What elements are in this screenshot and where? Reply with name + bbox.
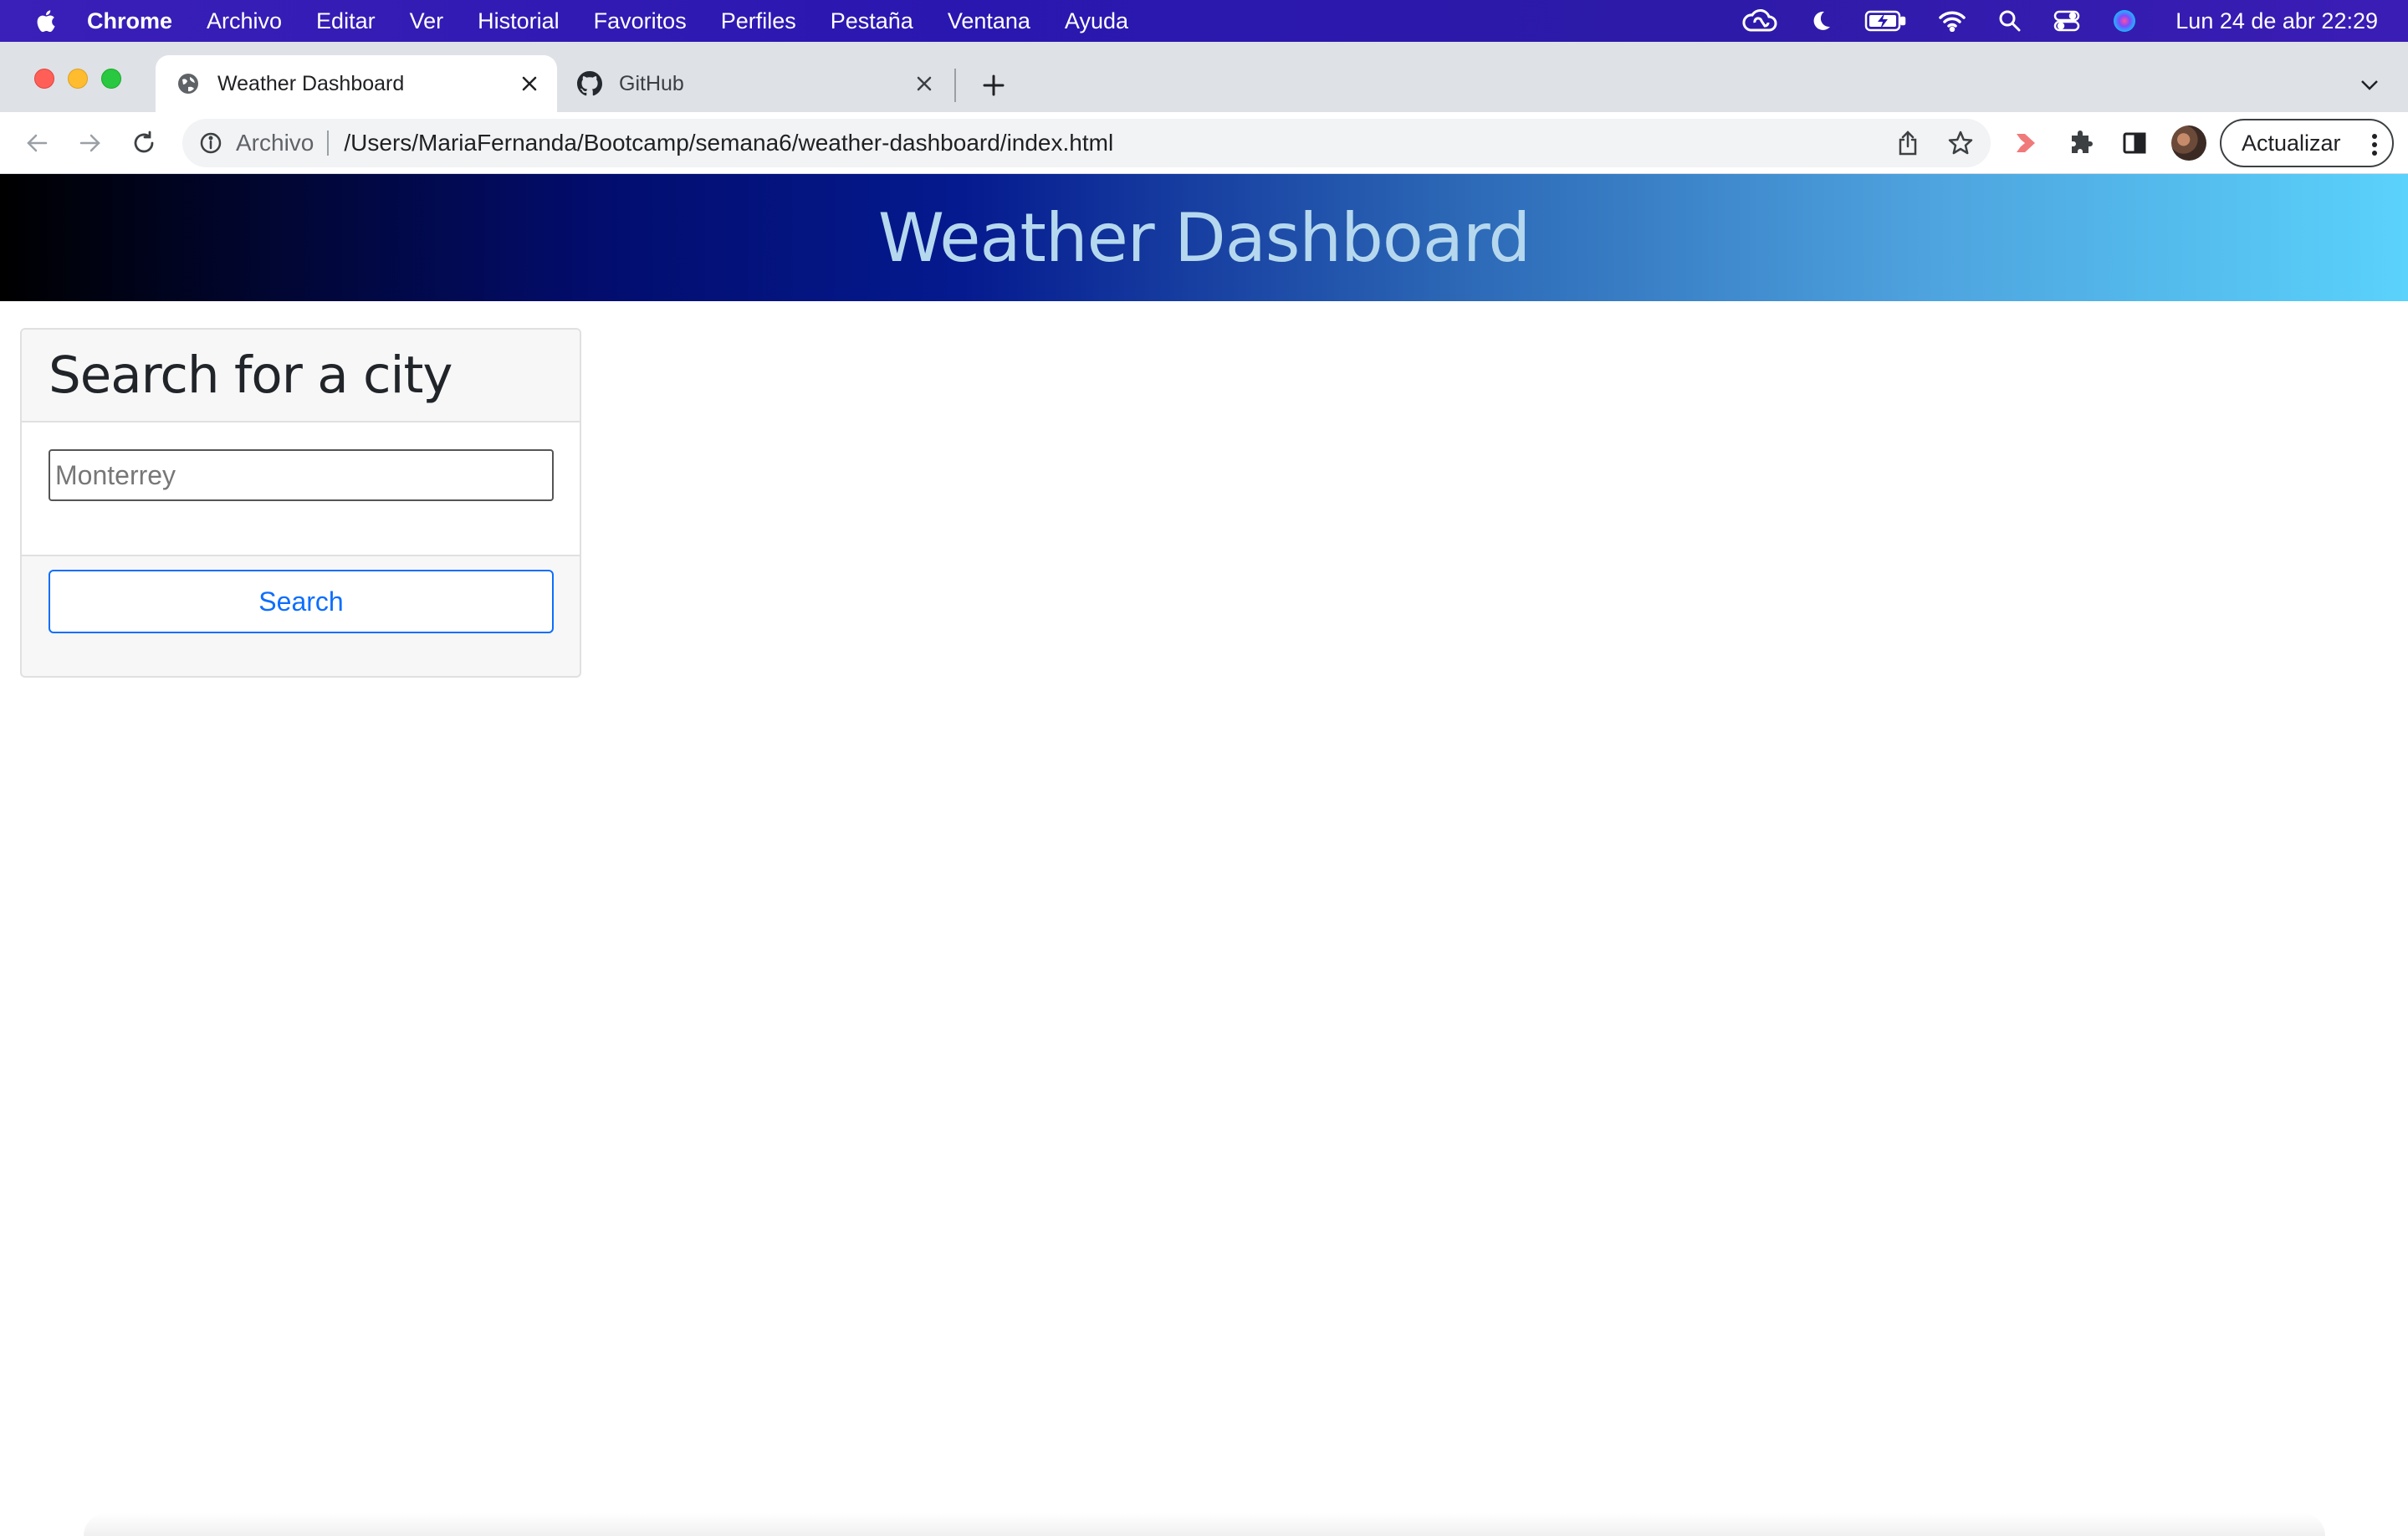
forward-button[interactable] xyxy=(74,126,107,160)
address-url[interactable]: /Users/MariaFernanda/Bootcamp/semana6/we… xyxy=(344,130,1113,156)
profile-avatar[interactable] xyxy=(2171,125,2206,161)
menu-archivo[interactable]: Archivo xyxy=(207,8,282,34)
menu-pestana[interactable]: Pestaña xyxy=(831,8,913,34)
close-window-button[interactable] xyxy=(34,69,54,89)
address-divider xyxy=(327,131,330,156)
share-icon[interactable] xyxy=(1897,130,1919,156)
menu-favoritos[interactable]: Favoritos xyxy=(594,8,687,34)
menu-ver[interactable]: Ver xyxy=(410,8,444,34)
macos-menu-bar: Chrome Archivo Editar Ver Historial Favo… xyxy=(0,0,2408,42)
window-bottom-shadow xyxy=(84,1513,2325,1536)
apple-icon[interactable] xyxy=(33,8,57,33)
address-scheme-label: Archivo xyxy=(236,130,314,156)
siri-icon[interactable] xyxy=(2112,8,2137,33)
update-chrome-button[interactable]: Actualizar xyxy=(2220,119,2394,167)
browser-toolbar: Archivo /Users/MariaFernanda/Bootcamp/se… xyxy=(0,112,2408,174)
reload-button[interactable] xyxy=(127,126,161,160)
tab-separator xyxy=(954,69,956,102)
city-search-input[interactable] xyxy=(49,449,554,501)
search-card-title: Search for a city xyxy=(49,346,452,405)
page-content: Weather Dashboard Search for a city Sear… xyxy=(0,174,2408,1536)
menubar-clock[interactable]: Lun 24 de abr 22:29 xyxy=(2175,8,2378,34)
tab-github[interactable]: GitHub xyxy=(557,55,952,112)
menu-ventana[interactable]: Ventana xyxy=(948,8,1030,34)
update-label: Actualizar xyxy=(2242,130,2341,156)
menu-perfiles[interactable]: Perfiles xyxy=(721,8,796,34)
wifi-icon[interactable] xyxy=(1938,10,1966,32)
side-panel-icon[interactable] xyxy=(2118,126,2151,160)
arrow-left-icon xyxy=(27,134,48,152)
fullscreen-window-button[interactable] xyxy=(101,69,121,89)
globe-icon xyxy=(178,74,198,94)
info-icon[interactable] xyxy=(197,130,224,156)
search-card: Search for a city Search xyxy=(20,328,581,678)
extension-red-icon[interactable] xyxy=(2009,126,2042,160)
menu-app-name[interactable]: Chrome xyxy=(87,8,172,34)
control-center-icon[interactable] xyxy=(2053,9,2080,33)
tab-title: Weather Dashboard xyxy=(217,71,405,95)
minimize-window-button[interactable] xyxy=(68,69,88,89)
plus-icon xyxy=(983,74,1005,96)
extensions-puzzle-icon[interactable] xyxy=(2064,126,2098,160)
battery-icon[interactable] xyxy=(1864,9,1906,33)
menu-editar[interactable]: Editar xyxy=(316,8,376,34)
page-title: Weather Dashboard xyxy=(877,198,1531,277)
moon-icon[interactable] xyxy=(1809,9,1833,33)
tab-strip: Weather Dashboard GitHub xyxy=(0,42,2408,112)
arrow-right-icon xyxy=(79,134,100,152)
tab-weather-dashboard[interactable]: Weather Dashboard xyxy=(156,55,557,112)
search-card-header: Search for a city xyxy=(22,330,580,422)
hero-header: Weather Dashboard xyxy=(0,174,2408,301)
address-bar[interactable]: Archivo /Users/MariaFernanda/Bootcamp/se… xyxy=(182,119,1991,167)
star-icon[interactable] xyxy=(1947,130,1974,156)
close-tab-icon[interactable] xyxy=(912,71,937,96)
reload-icon xyxy=(134,131,154,153)
new-tab-button[interactable] xyxy=(977,69,1010,102)
search-card-footer: Search xyxy=(22,556,580,633)
spotlight-search-icon[interactable] xyxy=(1998,9,2022,33)
creative-cloud-icon[interactable] xyxy=(1742,8,1777,33)
menu-historial[interactable]: Historial xyxy=(478,8,560,34)
menu-ayuda[interactable]: Ayuda xyxy=(1065,8,1128,34)
tab-title: GitHub xyxy=(619,71,684,95)
github-icon xyxy=(577,71,602,96)
back-button[interactable] xyxy=(20,126,54,160)
tab-search-button[interactable] xyxy=(2356,72,2383,99)
close-tab-icon[interactable] xyxy=(517,71,542,96)
search-button[interactable]: Search xyxy=(49,570,554,633)
chevron-down-icon xyxy=(2361,80,2378,90)
more-vert-icon xyxy=(2372,134,2377,156)
search-card-body xyxy=(22,422,580,556)
